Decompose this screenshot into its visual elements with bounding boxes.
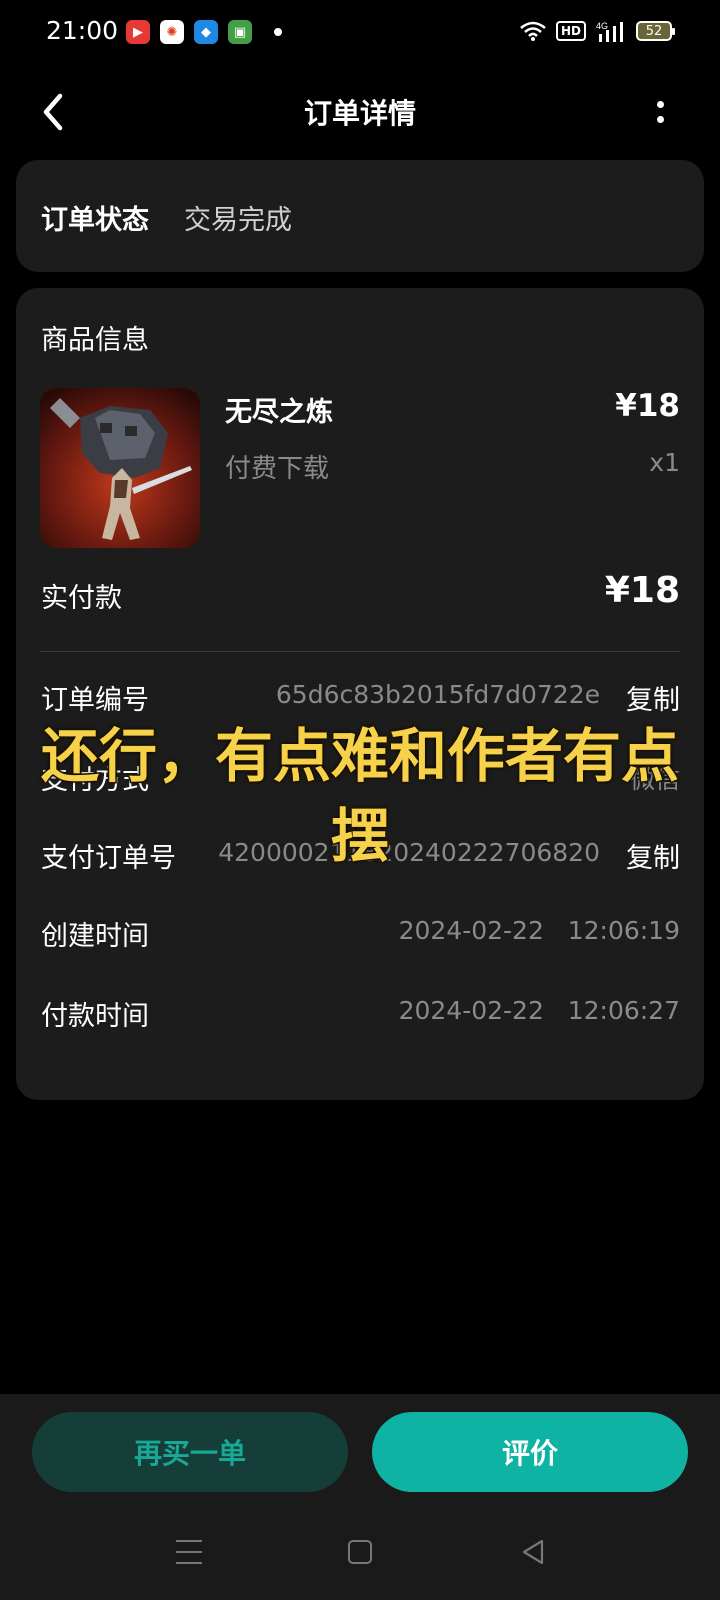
paid-amount-value: ¥18 (604, 570, 680, 611)
paid-time-value: 2024-02-22 12:06:27 (398, 996, 680, 1025)
copy-payment-order-number-button[interactable]: 复制 (626, 836, 680, 875)
wifi-icon (520, 21, 546, 41)
order-number-row: 订单编号 65d6c83b2015fd7d0722e 复制 (41, 678, 680, 718)
android-app-icon: ▣ (228, 20, 252, 44)
more-dot (656, 101, 664, 108)
order-status-card: 订单状态 交易完成 (16, 160, 704, 272)
product-name[interactable]: 无尽之炼 (225, 390, 333, 429)
status-time: 21:00 (46, 16, 119, 45)
order-status-label: 订单状态 (41, 205, 149, 236)
paid-time-label: 付款时间 (41, 1001, 149, 1032)
goods-section-title[interactable]: 商品信息 (41, 318, 149, 357)
more-button[interactable] (650, 94, 670, 130)
menu-icon (176, 1540, 202, 1542)
created-time-value: 2024-02-22 12:06:19 (398, 916, 680, 945)
status-indicators: HD 4G 52 (520, 20, 675, 42)
nav-menu-button[interactable] (176, 1540, 202, 1564)
more-dot (656, 116, 664, 123)
order-number-value: 65d6c83b2015fd7d0722e (275, 680, 600, 709)
rebuy-button[interactable]: 再买一单 (32, 1412, 348, 1492)
bottom-action-bar: 再买一单 评价 (0, 1394, 720, 1600)
nav-home-button[interactable] (348, 1540, 372, 1564)
review-button[interactable]: 评价 (372, 1412, 688, 1492)
browser-app-icon: ◆ (194, 20, 218, 44)
triangle-back-icon (522, 1539, 544, 1565)
battery-icon: 52 (636, 21, 675, 41)
page-title: 订单详情 (303, 97, 416, 130)
product-type: 付费下载 (225, 454, 330, 484)
signal-icon: 4G (596, 21, 623, 42)
divider (40, 651, 680, 652)
created-time-row: 创建时间 2024-02-22 12:06:19 (41, 914, 680, 954)
product-image[interactable] (40, 388, 200, 548)
payment-order-number-row: 支付订单号 420000211820240222706820 复制 (41, 836, 680, 876)
paid-amount-label: 实付款 (41, 583, 122, 614)
payment-method-row: 支付方式 微信 (41, 758, 680, 798)
hd-badge: HD (555, 21, 586, 41)
game-cover-art (40, 388, 200, 548)
payment-method-label: 支付方式 (41, 765, 149, 796)
paid-time-row: 付款时间 2024-02-22 12:06:27 (41, 994, 680, 1034)
header: 订单详情 (0, 70, 720, 154)
payment-order-number-label: 支付订单号 (41, 843, 176, 874)
order-number-label: 订单编号 (41, 685, 149, 716)
status-bar: 21:00 ▶ ✺ ◆ ▣ HD 4G 52 (0, 0, 720, 64)
product-quantity: x1 (649, 448, 680, 477)
menu-icon-line (176, 1551, 202, 1553)
video-app-icon: ▶ (126, 20, 150, 44)
svg-text:4G: 4G (596, 21, 608, 31)
payment-order-number-value: 420000211820240222706820 (218, 838, 600, 867)
menu-icon-line (176, 1562, 202, 1564)
product-price: ¥18 (615, 388, 680, 424)
order-status-value: 交易完成 (184, 205, 292, 236)
notification-icons: ▶ ✺ ◆ ▣ (126, 20, 282, 44)
more-notifications-dot (274, 28, 282, 36)
copy-order-number-button[interactable]: 复制 (626, 678, 680, 717)
nav-back-button[interactable] (520, 1538, 546, 1566)
crab-app-icon: ✺ (160, 20, 184, 44)
created-time-label: 创建时间 (41, 921, 149, 952)
payment-method-value: 微信 (629, 765, 680, 794)
goods-info-card: 商品信息 无尽之炼 ¥18 付费下载 x1 实付款 ¥18 订单编号 65d6c… (16, 288, 704, 1100)
